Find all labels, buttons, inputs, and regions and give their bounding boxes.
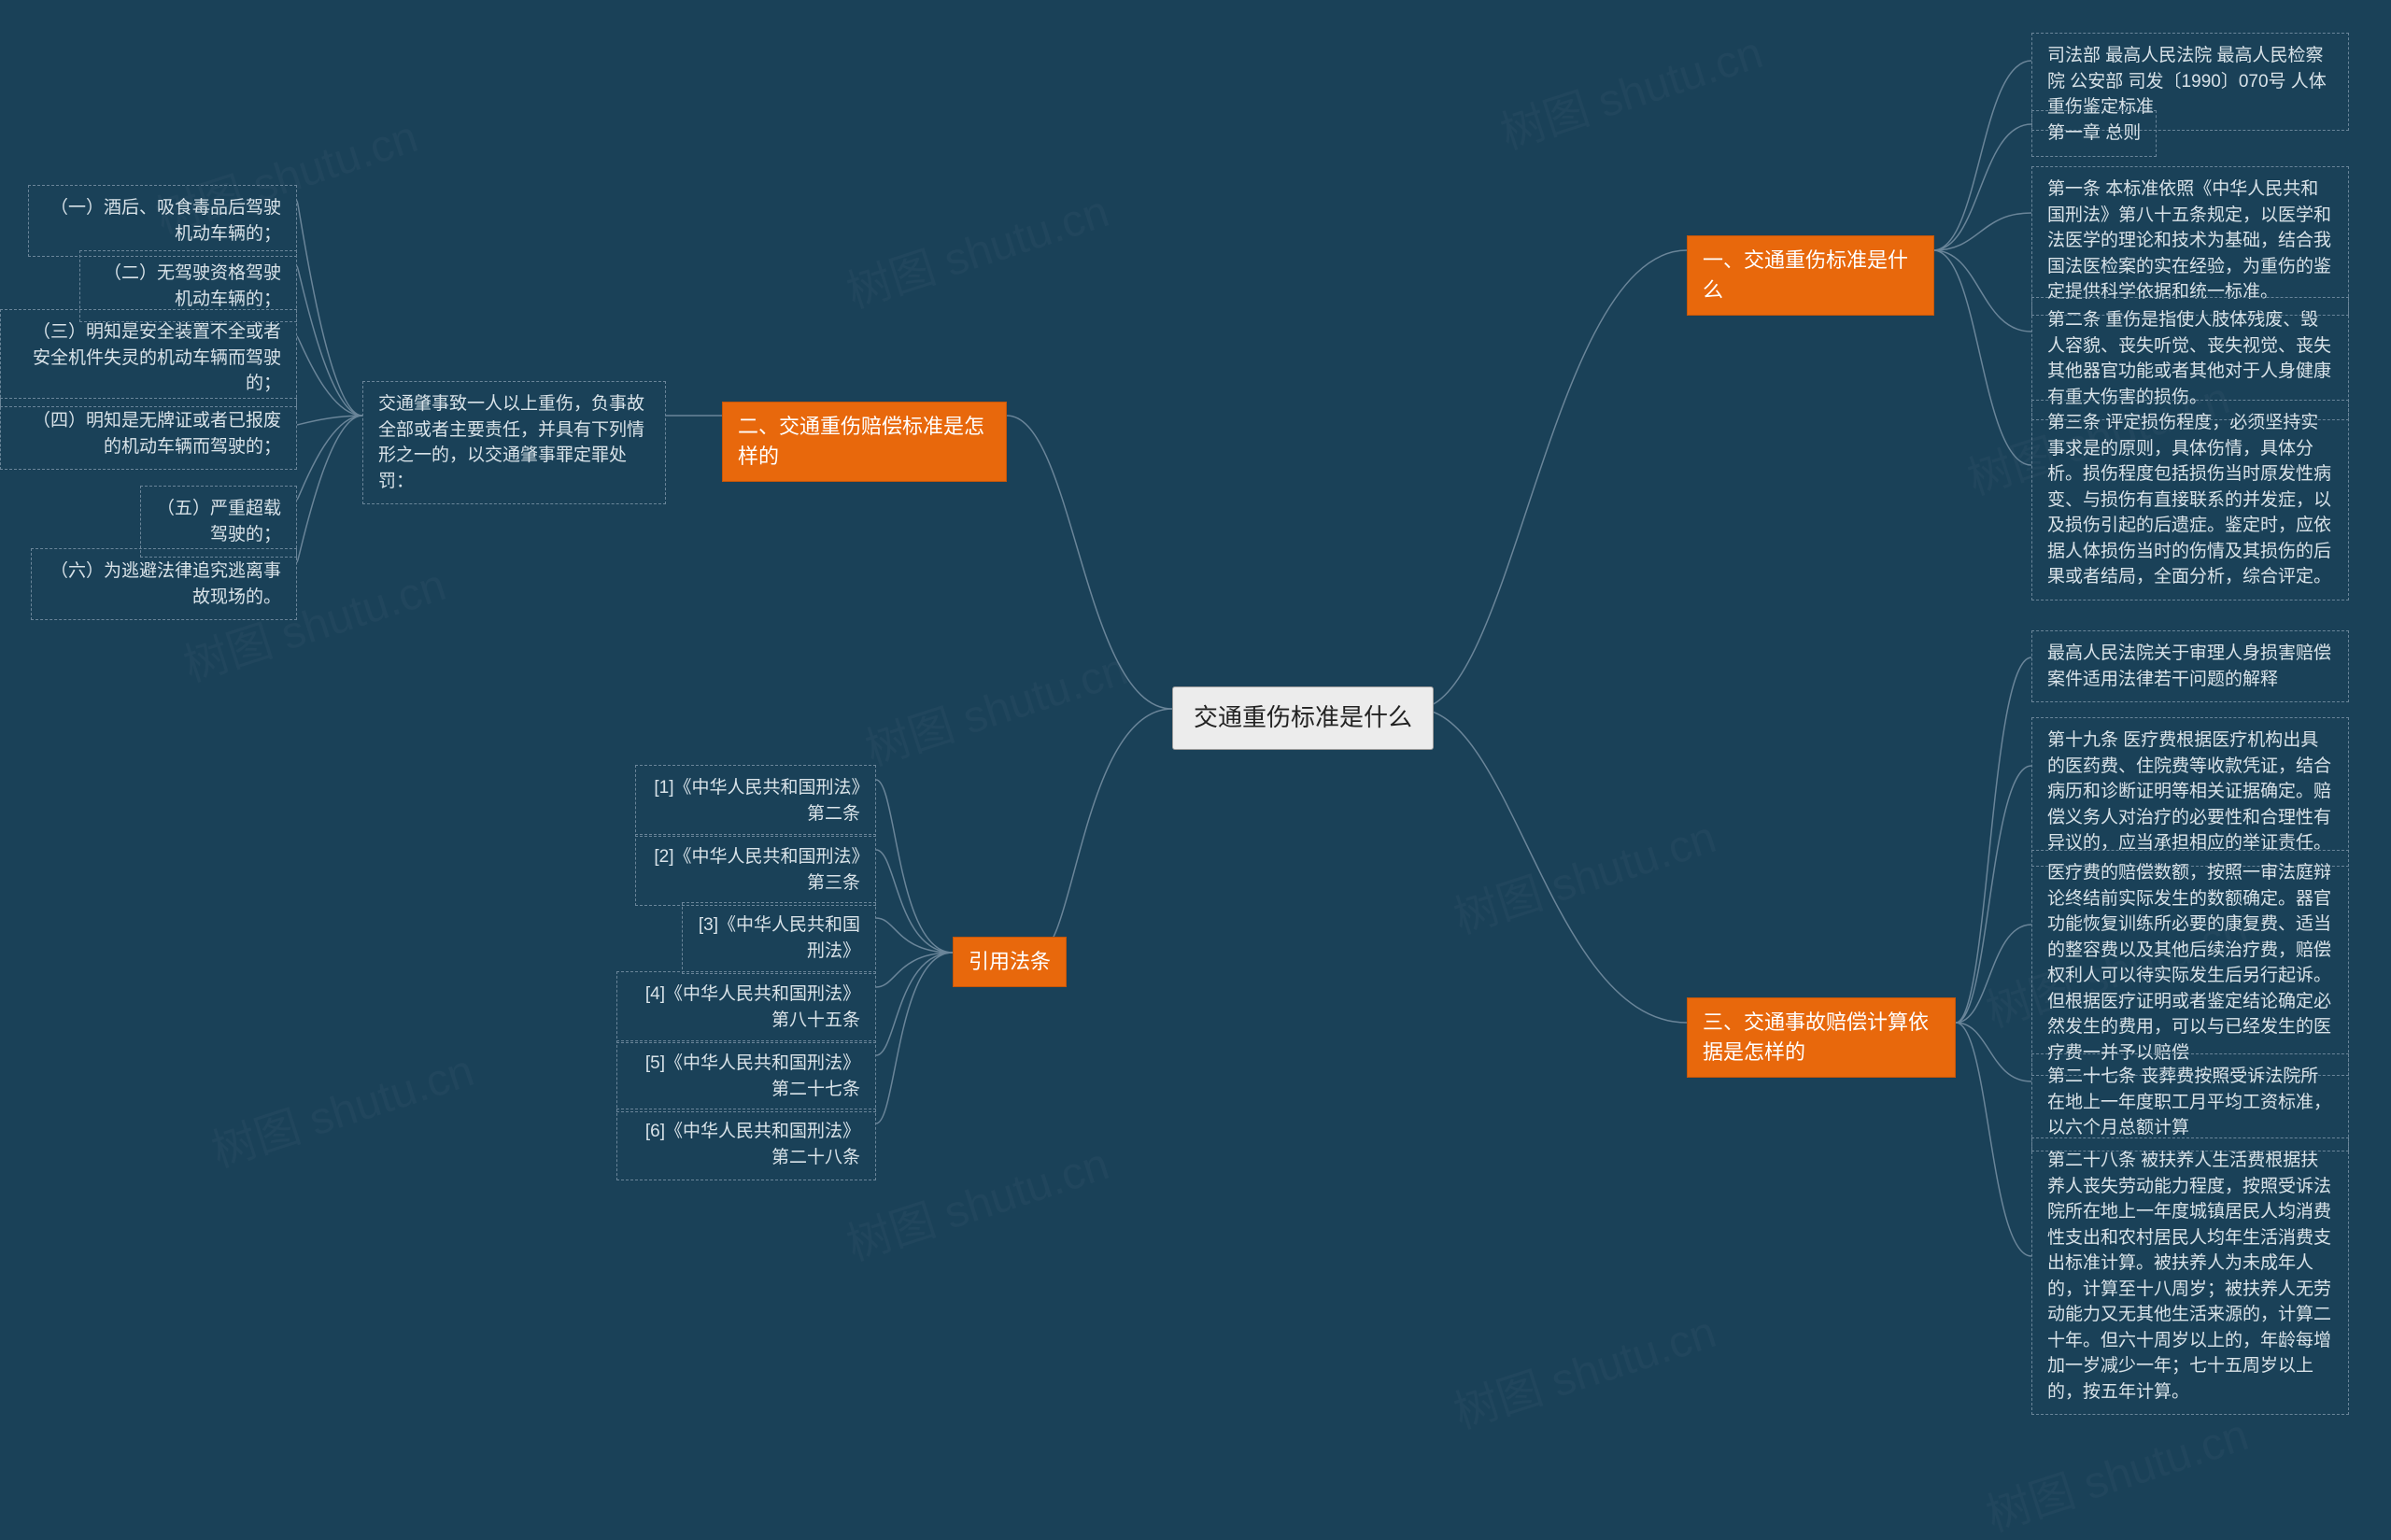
watermark: 树图 shutu.cn [1444,800,1722,946]
leaf-b2-0: （一）酒后、吸食毒品后驾驶机动车辆的； [28,185,297,257]
branch-accident-compensation-basis[interactable]: 三、交通事故赔偿计算依据是怎样的 [1687,997,1956,1078]
leaf-b2-4: （五）严重超载驾驶的； [140,486,297,558]
watermark: 树图 shutu.cn [1444,1295,1722,1441]
leaf-b1-1: 第一章 总则 [2031,110,2157,157]
leaf-b2-3: （四）明知是无牌证或者已报废的机动车辆而驾驶的； [0,398,297,470]
watermark: 树图 shutu.cn [202,1034,480,1180]
watermark: 树图 shutu.cn [837,175,1115,320]
watermark: 树图 shutu.cn [1976,1398,2255,1540]
leaf-b3-3: 第二十七条 丧葬费按照受诉法院所在地上一年度职工月平均工资标准，以六个月总额计算 [2031,1053,2349,1151]
leaf-b2-2: （三）明知是安全装置不全或者安全机件失灵的机动车辆而驾驶的； [0,309,297,407]
watermark: 树图 shutu.cn [1491,16,1769,162]
watermark: 树图 shutu.cn [856,632,1134,778]
leaf-b4-4: [5]《中华人民共和国刑法》第二十七条 [616,1040,876,1112]
leaf-b1-2: 第一条 本标准依照《中华人民共和国刑法》第八十五条规定，以医学和法医学的理论和技… [2031,166,2349,316]
leaf-b4-3: [4]《中华人民共和国刑法》第八十五条 [616,971,876,1043]
branch-traffic-injury-standard[interactable]: 一、交通重伤标准是什么 [1687,235,1934,316]
leaf-b3-4: 第二十八条 被扶养人生活费根据扶养人丧失劳动能力程度，按照受诉法院所在地上一年度… [2031,1137,2349,1415]
branch-compensation-standard[interactable]: 二、交通重伤赔偿标准是怎样的 [722,402,1007,482]
leaf-b2-5: （六）为逃避法律追究逃离事故现场的。 [31,548,297,620]
leaf-b4-1: [2]《中华人民共和国刑法》第三条 [635,834,876,906]
leaf-b4-0: [1]《中华人民共和国刑法》第二条 [635,765,876,837]
watermark: 树图 shutu.cn [837,1127,1115,1273]
intermediate-b2: 交通肇事致一人以上重伤，负事故全部或者主要责任，并具有下列情形之一的，以交通肇事… [362,381,666,504]
leaf-b4-5: [6]《中华人民共和国刑法》第二十八条 [616,1109,876,1180]
leaf-b3-0: 最高人民法院关于审理人身损害赔偿案件适用法律若干问题的解释 [2031,630,2349,702]
root-node[interactable]: 交通重伤标准是什么 [1172,686,1434,750]
leaf-b1-4: 第三条 评定损伤程度，必须坚持实事求是的原则，具体伤情，具体分析。损伤程度包括损… [2031,400,2349,600]
leaf-b3-2: 医疗费的赔偿数额，按照一审法庭辩论终结前实际发生的数额确定。器官功能恢复训练所必… [2031,850,2349,1076]
leaf-b3-1: 第十九条 医疗费根据医疗机构出具的医药费、住院费等收款凭证，结合病历和诊断证明等… [2031,717,2349,867]
leaf-b4-2: [3]《中华人民共和国刑法》 [682,902,876,974]
branch-cited-law[interactable]: 引用法条 [953,937,1067,987]
